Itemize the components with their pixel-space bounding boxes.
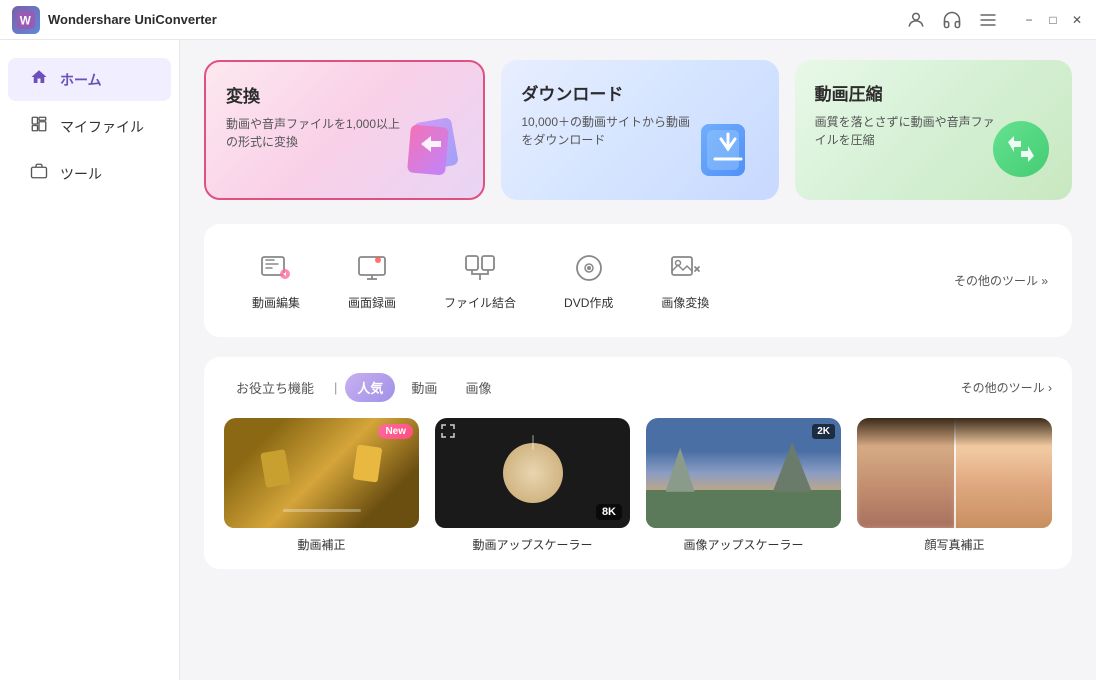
download-icon [693,114,763,184]
home-icon [28,68,50,91]
app-logo: W [12,6,40,34]
sidebar-item-tools[interactable]: ツール [8,152,171,195]
user-icon[interactable] [906,10,926,30]
image-upscaler-image: 2K [646,418,841,528]
app-title: Wondershare UniConverter [48,12,217,27]
download-card[interactable]: ダウンロード 10,000＋の動画サイトから動画をダウンロード [501,60,778,200]
more-tools-label: その他のツール » [954,272,1048,289]
file-merge-label: ファイル結合 [444,294,516,311]
feature-cards: 変換 動画や音声ファイルを1,000以上の形式に変換 [204,60,1072,200]
svg-text:W: W [20,14,32,27]
tab-video[interactable]: 動画 [399,373,449,402]
video-enhance-label: 動画補正 [224,536,419,553]
sidebar-item-myfiles[interactable]: マイファイル [8,105,171,148]
close-button[interactable]: ✕ [1070,13,1084,27]
dvd-create-label: DVD作成 [564,294,613,311]
tool-file-merge[interactable]: ファイル結合 [420,240,540,321]
compress-desc: 画質を落とさずに動画や音声ファイルを圧縮 [815,113,995,149]
food-plate [503,443,563,503]
main-layout: ホーム マイファイル ツール 変換 動画や音声ファ [0,40,1096,680]
popular-cards: New 動画補正 8K [224,418,1052,553]
more-tools-right-button[interactable]: その他のツール › [961,379,1052,396]
video-upscaler-image: 8K [435,418,630,528]
headset-icon[interactable] [942,10,962,30]
video-edit-label: 動画編集 [252,294,300,311]
tool-dvd-create[interactable]: DVD作成 [540,240,637,321]
convert-desc: 動画や音声ファイルを1,000以上の形式に変換 [226,115,406,151]
compress-title: 動画圧縮 [815,80,1052,105]
more-tools-button[interactable]: その他のツール » [954,272,1048,289]
tool-screen-record[interactable]: 画面録画 [324,240,420,321]
dvd-create-icon [571,250,607,286]
file-merge-icon [462,250,498,286]
tools-grid: 動画編集 画面録画 [228,240,1048,321]
popular-tabs: お役立ち機能 | 人気 動画 画像 その他のツール › [224,373,1052,402]
tab-image[interactable]: 画像 [453,373,503,402]
menu-icon[interactable] [978,10,998,30]
sidebar: ホーム マイファイル ツール [0,40,180,680]
badge-8k: 8K [596,504,622,520]
tab-separator: | [330,380,341,395]
screen-record-icon [354,250,390,286]
sidebar-item-myfiles-label: マイファイル [60,117,144,137]
popular-card-video-upscaler[interactable]: 8K 動画アップスケーラー [435,418,630,553]
download-title: ダウンロード [521,80,758,105]
popular-card-face-restore[interactable]: 顔写真補正 [857,418,1052,553]
titlebar-right: − □ ✕ [906,10,1084,30]
tool-image-convert[interactable]: 画像変換 [637,240,733,321]
image-convert-icon [667,250,703,286]
video-upscaler-label: 動画アップスケーラー [435,536,630,553]
popular-section: お役立ち機能 | 人気 動画 画像 その他のツール › [204,357,1072,569]
video-edit-icon [258,250,294,286]
convert-card[interactable]: 変換 動画や音声ファイルを1,000以上の形式に変換 [204,60,485,200]
popular-card-video-enhance[interactable]: New 動画補正 [224,418,419,553]
tab-popular[interactable]: 人気 [345,373,395,402]
window-controls: − □ ✕ [1022,13,1084,27]
face-restore-thumbnail [857,418,1052,528]
image-upscaler-label: 画像アップスケーラー [646,536,841,553]
maximize-button[interactable]: □ [1046,13,1060,27]
content-area: 変換 動画や音声ファイルを1,000以上の形式に変換 [180,40,1096,680]
compress-icon [986,114,1056,184]
screen-record-label: 画面録画 [348,294,396,311]
compress-card[interactable]: 動画圧縮 画質を落とさずに動画や音声ファイルを圧縮 [795,60,1072,200]
sidebar-item-home-label: ホーム [60,70,102,90]
convert-title: 変換 [226,82,463,107]
files-icon [28,115,50,138]
more-tools-right-label: その他のツール › [961,379,1052,396]
face-restore-label: 顔写真補正 [857,536,1052,553]
titlebar: W Wondershare UniConverter [0,0,1096,40]
download-desc: 10,000＋の動画サイトから動画をダウンロード [521,113,701,149]
video-enhance-image: New [224,418,419,528]
minimize-button[interactable]: − [1022,13,1036,27]
tools-section: 動画編集 画面録画 [204,224,1072,337]
popular-card-image-upscaler[interactable]: 2K 画像アップスケーラー [646,418,841,553]
tool-video-edit[interactable]: 動画編集 [228,240,324,321]
new-badge: New [378,424,413,439]
tab-useful[interactable]: お役立ち機能 [224,373,326,402]
badge-2k: 2K [812,424,835,439]
face-restore-image [857,418,1052,528]
image-convert-label: 画像変換 [661,294,709,311]
sidebar-item-home[interactable]: ホーム [8,58,171,101]
titlebar-left: W Wondershare UniConverter [12,6,217,34]
sidebar-item-tools-label: ツール [60,164,102,184]
convert-icon [397,112,467,182]
tools-icon [28,162,50,185]
